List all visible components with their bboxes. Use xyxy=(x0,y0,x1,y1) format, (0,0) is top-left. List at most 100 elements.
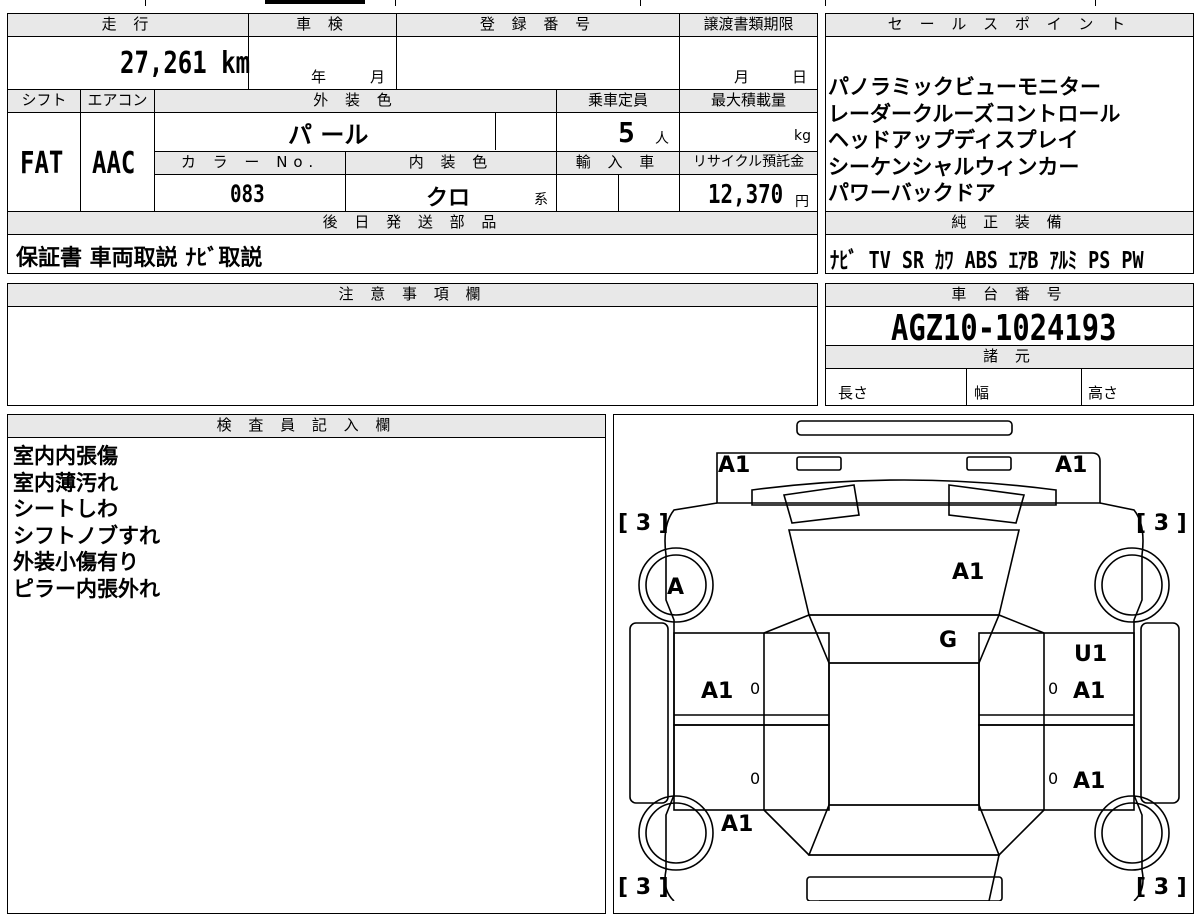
chassis-number: AGZ10-1024193 xyxy=(891,308,1117,349)
exterior-color-header: 外 装 色 xyxy=(155,90,556,112)
tire-front-left: [ 3 ] xyxy=(618,511,669,536)
sales-points-list: パノラミックビューモニター レーダークルーズコントロール ヘッドアップディスプレ… xyxy=(828,74,1193,207)
mark-zero-fr: 0 xyxy=(1048,679,1059,698)
mark-zero-fl: 0 xyxy=(750,679,761,698)
mark-zero-rr: 0 xyxy=(1048,769,1059,788)
color-no-header: カ ラ ー No. xyxy=(155,152,345,174)
wheel-rr xyxy=(1094,795,1170,871)
wiper-right xyxy=(948,484,1026,524)
chassis-header: 車 台 番 号 xyxy=(826,284,1193,306)
later-parts-value: 保証書 車両取説 ﾅﾋﾞ取説 xyxy=(16,246,263,271)
mark-hood: A1 xyxy=(952,560,985,585)
mark-front-left: A1 xyxy=(718,453,751,478)
recycle-unit: 円 xyxy=(795,194,809,210)
inspector-note: 室内薄汚れ xyxy=(13,470,118,495)
spec-width: 幅 xyxy=(974,384,990,402)
car-diagram xyxy=(629,420,1180,901)
inspector-note: 外装小傷有り xyxy=(13,550,139,574)
front-body xyxy=(716,452,1101,504)
inspection-header: 車 検 xyxy=(249,14,396,36)
chassis-box: 車 台 番 号 AGZ10-1024193 諸 元 長さ 幅 高さ xyxy=(825,283,1194,406)
inspector-notes: 室内内張傷 室内薄汚れ シートしわ シフトノブすれ 外装小傷有り ピラー内張外れ xyxy=(13,443,160,602)
skirt-right xyxy=(1140,622,1180,804)
notes-header: 注 意 事 項 欄 xyxy=(8,284,817,306)
tire-rear-left: [ 3 ] xyxy=(618,875,669,900)
headlight-right xyxy=(966,456,1012,471)
tire-front-right: [ 3 ] xyxy=(1136,511,1187,536)
inspector-header: 検 査 員 記 入 欄 xyxy=(8,415,605,437)
inspector-note: シートしわ xyxy=(13,497,118,521)
inspector-note: 室内内張傷 xyxy=(13,444,118,468)
rear-window xyxy=(807,804,1001,856)
door-rr xyxy=(978,724,1135,811)
rear-bumper xyxy=(806,876,1003,901)
skirt-left xyxy=(629,622,669,804)
spec-height: 高さ xyxy=(1088,384,1119,402)
equip-value: ﾅﾋﾞ TV SR ｶﾜ ABS ｴｱB ｱﾙﾐ PS PW xyxy=(830,248,1144,274)
registration-header: 登 録 番 号 xyxy=(397,14,679,36)
mark-quarter-rl: A1 xyxy=(721,812,754,837)
tire-rear-right: [ 3 ] xyxy=(1136,875,1187,900)
mark-front-right: A1 xyxy=(1055,453,1088,478)
import-header: 輸 入 車 xyxy=(557,152,679,174)
mark-windshield: G xyxy=(939,628,958,653)
ac-value: AAC xyxy=(92,146,136,181)
sales-point-item: シーケンシャルウィンカー xyxy=(828,154,1080,179)
spec-length: 長さ xyxy=(838,384,869,402)
later-parts-header: 後 日 発 送 部 品 xyxy=(8,212,817,234)
wheel-rr-inner xyxy=(1101,802,1163,864)
capacity-unit: 人 xyxy=(655,131,669,147)
transfer-header: 譲渡書類期限 xyxy=(680,14,817,36)
shift-header: シフト xyxy=(8,90,80,112)
wheel-fr-inner xyxy=(1101,554,1163,616)
mark-door-fr: A1 xyxy=(1073,679,1106,704)
inspection-month: 月 xyxy=(370,68,386,86)
inspector-note: シフトノブすれ xyxy=(13,523,160,548)
inspector-note: ピラー内張外れ xyxy=(13,576,160,601)
wheel-fr xyxy=(1094,547,1170,623)
color-no-value: 083 xyxy=(230,180,265,208)
notes-box: 注 意 事 項 欄 xyxy=(7,283,818,406)
load-unit: kg xyxy=(794,128,811,144)
spec-header: 諸 元 xyxy=(826,346,1193,368)
capacity-value: 5 xyxy=(618,116,635,149)
interior-color-suffix: 系 xyxy=(534,192,548,208)
inspection-year: 年 xyxy=(311,68,327,86)
transfer-day: 日 xyxy=(792,68,808,86)
sales-point-item: ヘッドアップディスプレイ xyxy=(828,128,1079,152)
mark-door-fl: A1 xyxy=(701,679,734,704)
transfer-month: 月 xyxy=(734,68,750,86)
mark-door-fr-u: U1 xyxy=(1074,642,1108,667)
front-bumper xyxy=(796,420,1013,436)
sales-point-item: パノラミックビューモニター xyxy=(828,75,1101,99)
wheel-rl-inner xyxy=(645,802,707,864)
sales-point-item: レーダークルーズコントロール xyxy=(828,101,1121,126)
exterior-color-value: パ ール xyxy=(288,121,369,149)
wiper-left xyxy=(782,484,860,524)
load-header: 最大積載量 xyxy=(680,90,817,112)
car-diagram-box: A1 A1 A1 G A A1 U1 A1 A1 A1 0 0 0 0 [ 3 … xyxy=(613,414,1194,914)
recycle-value: 12,370 xyxy=(708,180,784,210)
equip-header: 純 正 装 備 xyxy=(826,212,1193,234)
sales-points-header: セ ー ル ス ポ イ ン ト xyxy=(826,14,1193,36)
top-strip xyxy=(0,0,1200,8)
mileage-header: 走 行 xyxy=(8,14,248,36)
recycle-header: リサイクル預託金 xyxy=(680,152,817,174)
interior-color-value: クロ xyxy=(426,186,471,211)
mileage-value: 27,261 km xyxy=(120,46,251,81)
wheel-rl xyxy=(638,795,714,871)
shift-value: FAT xyxy=(20,146,64,181)
ac-header: エアコン xyxy=(81,90,154,112)
bonnet xyxy=(787,529,1021,616)
roof xyxy=(828,662,980,806)
vehicle-info-table: 走 行 車 検 登 録 番 号 譲渡書類期限 27,261 km 年 月 月 日… xyxy=(7,13,818,274)
sales-point-item: パワーバックドア xyxy=(828,181,996,205)
inspector-box: 検 査 員 記 入 欄 室内内張傷 室内薄汚れ シートしわ シフトノブすれ 外装… xyxy=(7,414,606,914)
mark-front-wheel-left: A xyxy=(667,575,685,600)
door-rl xyxy=(673,724,830,811)
windshield xyxy=(807,614,1001,664)
mark-zero-rl: 0 xyxy=(750,769,761,788)
headlight-left xyxy=(796,456,842,471)
sales-points-box: セ ー ル ス ポ イ ン ト パノラミックビューモニター レーダークルーズコン… xyxy=(825,13,1194,274)
tailgate xyxy=(809,854,1000,901)
